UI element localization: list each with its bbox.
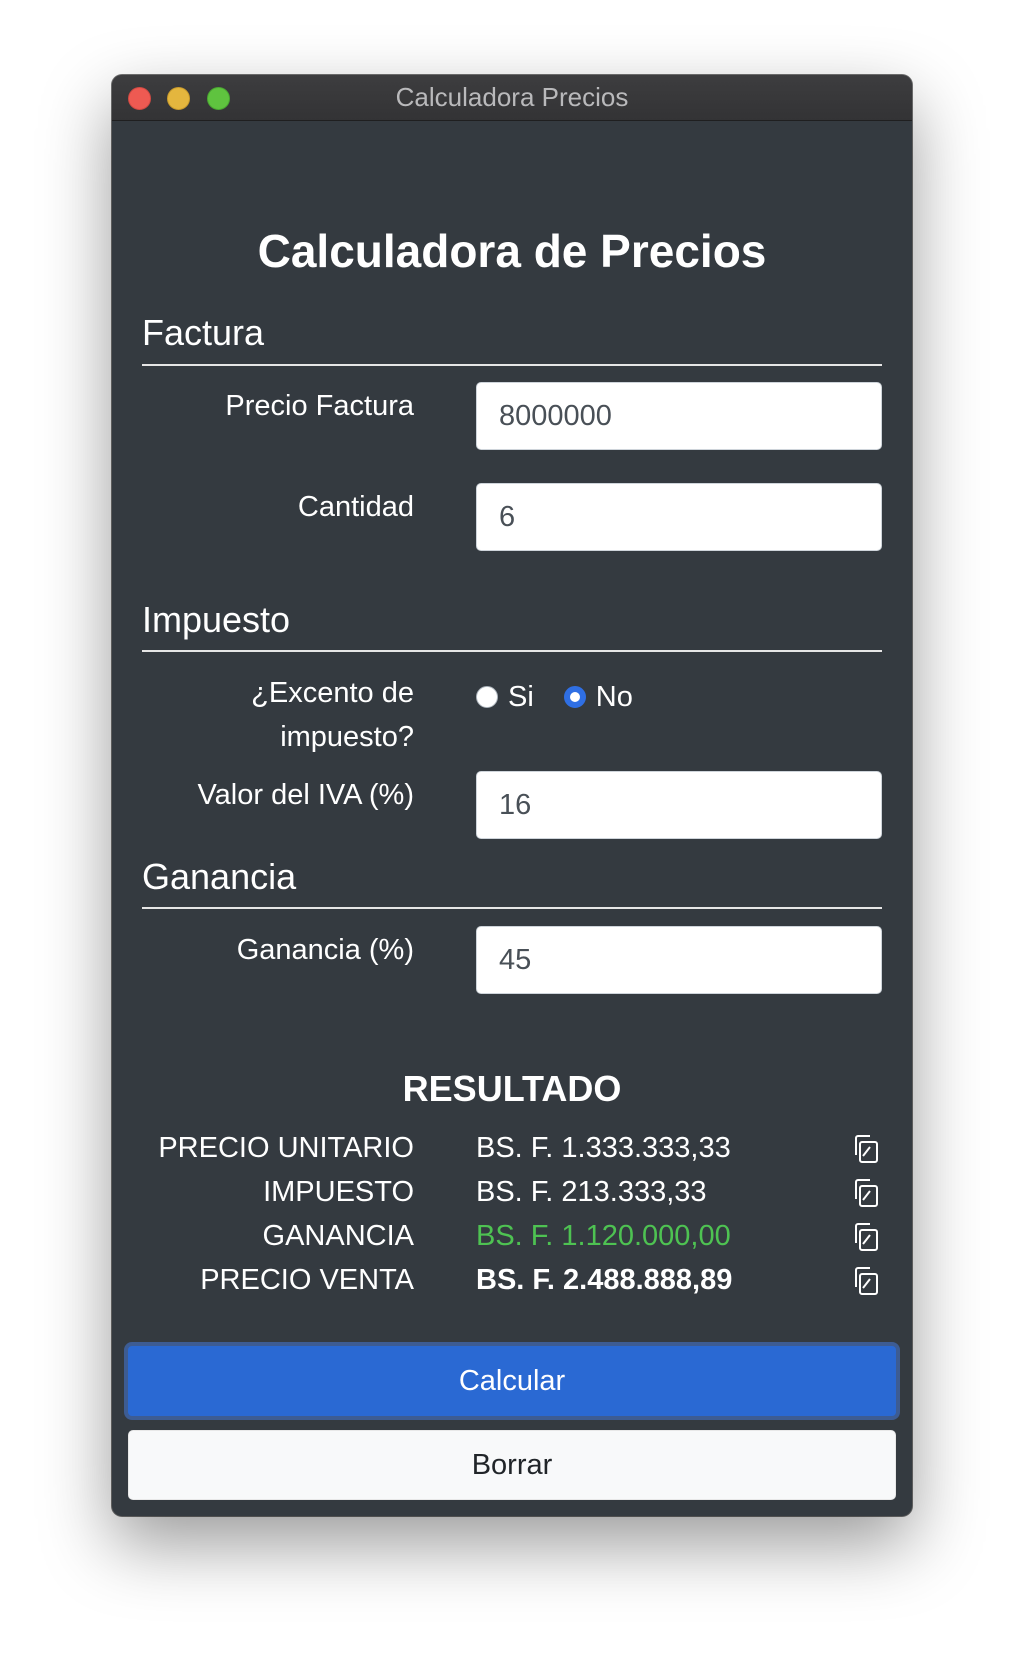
window-title: Calculadora Precios	[395, 82, 629, 112]
result-value: BS. F. 1.333.333,33	[476, 1132, 731, 1164]
result-value-profit: BS. F. 1.120.000,00	[476, 1220, 731, 1252]
radio-option-no[interactable]: No	[563, 681, 633, 714]
result-label: PRECIO VENTA	[200, 1264, 414, 1296]
radio-option-si[interactable]: Si	[476, 681, 534, 714]
copy-icon[interactable]	[850, 1177, 882, 1209]
section-divider	[142, 650, 882, 652]
precio-factura-label: Precio Factura	[225, 390, 414, 422]
cantidad-label: Cantidad	[297, 491, 414, 523]
result-value: BS. F. 213.333,33	[476, 1176, 707, 1208]
copy-icon[interactable]	[850, 1265, 882, 1297]
radio-label-no[interactable]: No	[596, 681, 633, 714]
page-title: Calculadora de Precios	[257, 225, 767, 277]
section-divider	[142, 907, 882, 909]
radio-label-si[interactable]: Si	[508, 681, 534, 714]
section-heading-ganancia: Ganancia	[142, 856, 297, 897]
calcular-button[interactable]: Calcular	[124, 1342, 900, 1420]
result-row-precio-venta: PRECIO VENTA BS. F. 2.488.888,89	[112, 1258, 912, 1302]
copy-icon[interactable]	[850, 1221, 882, 1253]
section-divider	[142, 364, 882, 366]
ganancia-input[interactable]: 45	[476, 926, 882, 994]
copy-icon[interactable]	[850, 1133, 882, 1165]
excento-label-line2: impuesto?	[280, 721, 414, 753]
radio-button-si[interactable]	[476, 686, 498, 708]
result-label: IMPUESTO	[263, 1176, 414, 1208]
result-value-total: BS. F. 2.488.888,89	[476, 1264, 733, 1296]
iva-label: Valor del IVA (%)	[197, 779, 414, 811]
iva-input[interactable]: 16	[476, 771, 882, 839]
result-row-ganancia: GANANCIA BS. F. 1.120.000,00	[112, 1214, 912, 1258]
result-row-impuesto: IMPUESTO BS. F. 213.333,33	[112, 1170, 912, 1214]
section-heading-factura: Factura	[142, 312, 265, 353]
result-label: PRECIO UNITARIO	[158, 1132, 414, 1164]
borrar-button[interactable]: Borrar	[128, 1430, 896, 1500]
excento-radio-group: Si No	[476, 675, 663, 719]
resultado-heading: RESULTADO	[402, 1068, 622, 1109]
ganancia-label: Ganancia (%)	[236, 934, 414, 966]
precio-factura-input[interactable]: 8000000	[476, 382, 882, 450]
result-label: GANANCIA	[262, 1220, 414, 1252]
cantidad-input[interactable]: 6	[476, 483, 882, 551]
excento-label-line1: ¿Excento de	[251, 677, 414, 709]
app-window: Calculadora Precios Calculadora de Preci…	[112, 75, 912, 1516]
radio-button-no[interactable]	[563, 686, 586, 708]
result-row-precio-unitario: PRECIO UNITARIO BS. F. 1.333.333,33	[112, 1126, 912, 1170]
section-heading-impuesto: Impuesto	[142, 599, 291, 640]
title-bar: Calculadora Precios	[112, 75, 912, 121]
